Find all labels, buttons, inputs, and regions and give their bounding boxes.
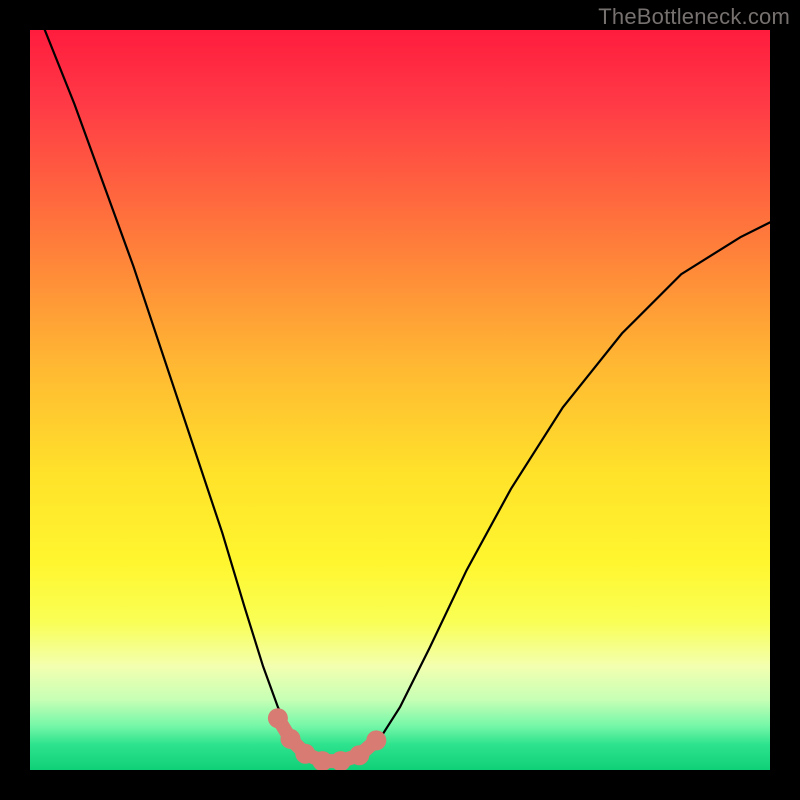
bottleneck-chart xyxy=(30,30,770,770)
trough-marker-dot xyxy=(295,744,315,764)
trough-marker-dot xyxy=(366,730,386,750)
plot-background xyxy=(30,30,770,770)
trough-marker-dot xyxy=(280,729,300,749)
chart-container: TheBottleneck.com xyxy=(0,0,800,800)
trough-marker-dot xyxy=(349,745,369,765)
source-watermark: TheBottleneck.com xyxy=(598,4,790,30)
trough-marker-dot xyxy=(268,708,288,728)
